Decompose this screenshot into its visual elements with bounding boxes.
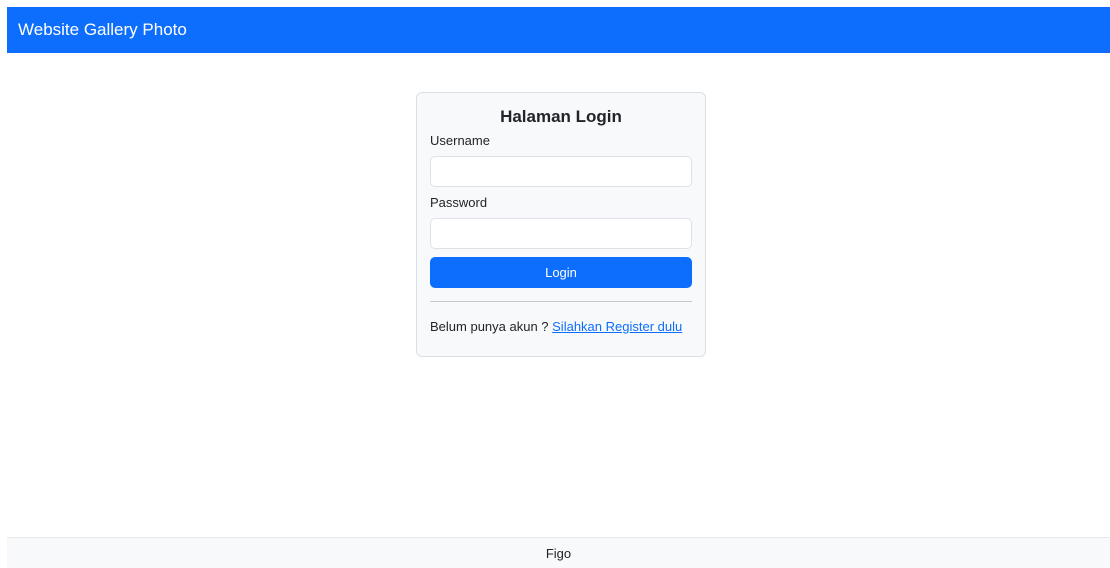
- footer-text: Figo: [545, 545, 572, 561]
- register-prompt: Belum punya akun ? Silahkan Register dul…: [430, 319, 692, 335]
- page: Website Gallery Photo Halaman Login User…: [0, 0, 1110, 568]
- username-input[interactable]: [430, 156, 692, 187]
- navbar: Website Gallery Photo: [7, 7, 1110, 53]
- register-link[interactable]: Silahkan Register dulu: [552, 319, 682, 334]
- register-prompt-text: Belum punya akun ?: [430, 319, 553, 334]
- navbar-brand[interactable]: Website Gallery Photo: [18, 20, 187, 40]
- username-label: Username: [430, 133, 490, 148]
- password-label: Password: [430, 195, 488, 210]
- password-input[interactable]: [430, 218, 692, 249]
- divider: [430, 301, 692, 302]
- footer: Figo: [7, 537, 1110, 568]
- login-card: Halaman Login Username Password Login Be…: [416, 92, 706, 357]
- login-button[interactable]: Login: [430, 257, 692, 288]
- page-title: Halaman Login: [500, 107, 622, 126]
